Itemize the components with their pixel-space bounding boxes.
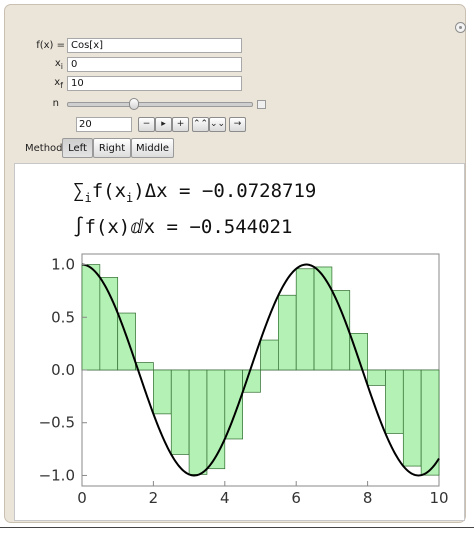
x-tick-label: 6	[291, 489, 301, 507]
direction-button[interactable]: →	[229, 117, 246, 132]
xf-label: xf	[54, 77, 63, 90]
riemann-bar	[224, 369, 244, 440]
method-tab-right[interactable]: Right	[93, 138, 131, 158]
riemann-sum-formula: ∑if(xi)Δx = −0.0728719	[73, 180, 317, 205]
options-icon[interactable]	[455, 22, 466, 33]
riemann-bar	[295, 268, 315, 371]
f-label: f(x) =	[36, 40, 65, 51]
riemann-bar	[242, 369, 261, 393]
faster-button[interactable]: ⌃⌃	[192, 117, 209, 132]
xf-input[interactable]: 10	[67, 76, 242, 91]
output-pane: ∑if(xi)Δx = −0.0728719 ∫f(x)ⅆx = −0.5440…	[14, 163, 465, 521]
riemann-bar	[385, 369, 404, 434]
riemann-sum-value: −0.0728719	[201, 180, 317, 202]
riemann-plot: 0 2 4 6 8 10 1.0 0.5 0.0 −0.5 −1.0	[39, 253, 449, 507]
slower-button[interactable]: ⌄⌄	[209, 117, 226, 132]
n-slider[interactable]	[67, 98, 253, 110]
riemann-bar	[278, 294, 297, 371]
riemann-bar	[313, 266, 333, 371]
integral-value: −0.544021	[189, 216, 293, 238]
y-tick-label: −0.5	[39, 414, 75, 432]
x-tick-label: 2	[149, 489, 159, 507]
y-tick-label: 0.0	[51, 361, 75, 379]
decrement-button[interactable]: −	[138, 117, 155, 132]
method-tab-middle[interactable]: Middle	[131, 138, 174, 158]
increment-button[interactable]: +	[172, 117, 189, 132]
y-tick-label: −1.0	[39, 466, 75, 484]
x-tick-label: 10	[429, 489, 448, 507]
method-tab-left[interactable]: Left	[62, 138, 93, 158]
riemann-bar	[188, 369, 208, 475]
riemann-bar	[420, 369, 440, 476]
manipulate-panel: f(x) = Cos[x] xi 0 xf 10 n 20 − ▸ + ⌃⌃ ⌄…	[4, 4, 466, 523]
x-tick-label: 4	[220, 489, 230, 507]
x-tick-label: 0	[77, 489, 87, 507]
n-label: n	[52, 98, 59, 109]
riemann-bar	[402, 369, 422, 467]
xi-label: xi	[54, 58, 63, 71]
play-button[interactable]: ▸	[155, 117, 172, 132]
slider-expand-icon[interactable]	[257, 100, 266, 109]
n-slider-thumb[interactable]	[128, 98, 139, 110]
xi-input[interactable]: 0	[67, 57, 242, 72]
integral-formula: ∫f(x)ⅆx = −0.544021	[73, 216, 293, 238]
riemann-bar	[367, 369, 386, 386]
function-input[interactable]: Cos[x]	[67, 38, 242, 53]
riemann-bar	[153, 369, 172, 415]
riemann-bar	[170, 369, 190, 455]
y-tick-label: 0.5	[51, 308, 75, 326]
method-label: Method	[25, 143, 63, 154]
riemann-bar	[206, 369, 226, 470]
n-value-field[interactable]: 20	[76, 117, 132, 132]
y-tick-label: 1.0	[51, 256, 75, 274]
page-divider	[0, 527, 474, 528]
riemann-bar	[331, 290, 351, 371]
x-tick-label: 8	[363, 489, 373, 507]
riemann-bar	[260, 339, 279, 371]
